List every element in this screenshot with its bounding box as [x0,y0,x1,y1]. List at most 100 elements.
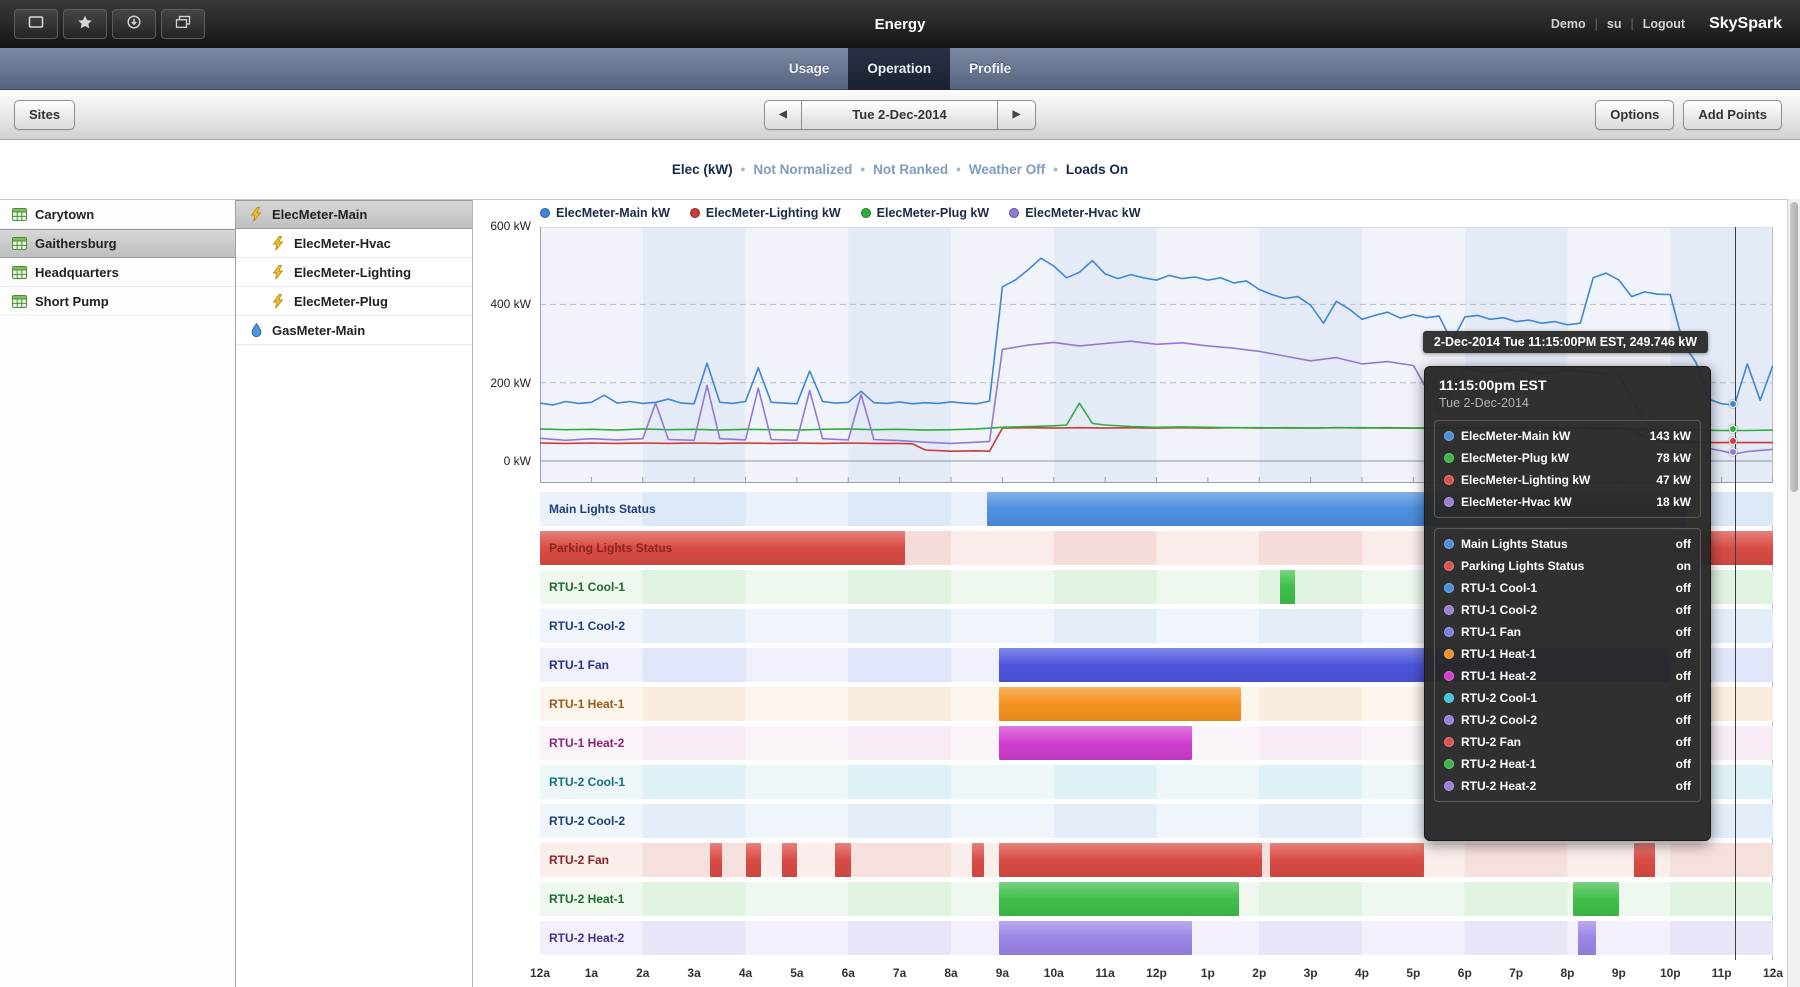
series-color-dot [1444,693,1454,703]
tab-usage[interactable]: Usage [770,48,849,90]
status-band-bar [1578,921,1596,955]
status-band-row-rtu-2-heat-1: RTU-2 Heat-1 [540,882,1773,916]
tooltip-row-label: ElecMeter-Lighting kW [1461,473,1649,487]
tab-operation[interactable]: Operation [848,48,950,90]
series-color-dot [1444,453,1454,463]
legend-item-elecmeter-hvac-kw[interactable]: ElecMeter-Hvac kW [1009,206,1140,220]
status-band-bar [999,882,1239,916]
legend-item-elecmeter-plug-kw[interactable]: ElecMeter-Plug kW [861,206,990,220]
x-tick-label: 3p [1289,966,1333,980]
x-tick-label: 11p [1700,966,1744,980]
legend-dot [690,208,700,218]
sites-button[interactable]: Sites [14,100,75,130]
tooltip-row-rtu-1-cool-1: RTU-1 Cool-1off [1444,577,1691,599]
x-tick-label: 9p [1597,966,1641,980]
prev-day-button[interactable]: ◀ [764,100,802,130]
logout-link[interactable]: Logout [1643,17,1685,31]
status-band-label: RTU-1 Heat-2 [549,736,624,750]
chart-area: ElecMeter-Main kWElecMeter-Lighting kWEl… [473,199,1800,987]
y-tick-label: 400 kW [473,297,531,311]
meter-item-elecmeter-main[interactable]: ElecMeter-Main [236,200,472,229]
scrollbar-thumb[interactable] [1790,202,1798,492]
tooltip-row-value: off [1676,691,1691,705]
x-tick-label: 7a [878,966,922,980]
tooltip-row-label: RTU-2 Cool-1 [1461,691,1669,705]
tooltip-status-group: Main Lights StatusoffParking Lights Stat… [1434,528,1701,802]
tooltip-row-value: off [1676,757,1691,771]
legend-item-elecmeter-main-kw[interactable]: ElecMeter-Main kW [540,206,670,220]
status-band-bar [972,843,985,877]
tooltip-row-elecmeter-main-kw: ElecMeter-Main kW143 kW [1444,425,1691,447]
date-nav: ◀ Tue 2-Dec-2014 ▶ [764,100,1036,130]
legend-label: ElecMeter-Main kW [556,206,670,220]
tooltip-row-label: RTU-2 Fan [1461,735,1669,749]
tooltip-row-elecmeter-plug-kw: ElecMeter-Plug kW78 kW [1444,447,1691,469]
series-color-dot [1444,497,1454,507]
download-icon-button[interactable] [112,9,156,39]
tooltip-row-value: off [1676,581,1691,595]
sidebar-item-short-pump[interactable]: Short Pump [0,287,235,316]
app-title: Energy [0,16,1800,33]
next-day-button[interactable]: ▶ [998,100,1036,130]
x-tick-label: 8a [929,966,973,980]
sidebar-item-carytown[interactable]: Carytown [0,200,235,229]
status-segment-loads-on: Loads On [1066,162,1128,177]
tab-profile[interactable]: Profile [950,48,1030,90]
options-button[interactable]: Options [1595,100,1674,130]
tooltip-row-label: RTU-1 Heat-1 [1461,647,1669,661]
separator-bullet: • [741,162,746,177]
tooltip-row-parking-lights-status: Parking Lights Statuson [1444,555,1691,577]
x-tick-label: 6a [826,966,870,980]
star-icon-button[interactable] [63,9,107,39]
separator-bullet: • [860,162,865,177]
tooltip-row-rtu-1-heat-2: RTU-1 Heat-2off [1444,665,1691,687]
legend-label: ElecMeter-Plug kW [877,206,990,220]
elec-bolt-icon [248,207,264,222]
crosshair-point [1729,400,1737,408]
layers-icon-button[interactable] [161,9,205,39]
status-band-bar [1701,531,1773,565]
status-band-bar [999,843,1262,877]
meter-label: ElecMeter-Main [272,207,367,222]
tooltip-row-rtu-2-cool-1: RTU-2 Cool-1 off [1444,687,1691,709]
tooltip-row-elecmeter-lighting-kw: ElecMeter-Lighting kW47 kW [1444,469,1691,491]
tooltip-row-elecmeter-hvac-kw: ElecMeter-Hvac kW18 kW [1444,491,1691,513]
elec-bolt-icon [270,294,286,309]
meter-item-elecmeter-plug[interactable]: ElecMeter-Plug [236,287,472,316]
site-label: Carytown [35,207,94,222]
meter-item-elecmeter-lighting[interactable]: ElecMeter-Lighting [236,258,472,287]
vertical-scrollbar[interactable] [1787,199,1800,987]
add-points-button[interactable]: Add Points [1683,100,1782,130]
y-tick-label: 0 kW [473,454,531,468]
series-color-dot [1444,605,1454,615]
meter-label: ElecMeter-Lighting [294,265,411,280]
tooltip-row-value: off [1676,713,1691,727]
window-icon-button[interactable] [14,9,58,39]
meter-item-gasmeter-main[interactable]: GasMeter-Main [236,316,472,345]
status-band-bar [710,843,723,877]
site-icon [11,266,27,279]
user-menu[interactable]: Demo [1551,17,1586,31]
series-color-dot [1444,715,1454,725]
site-icon [11,237,27,250]
tooltip-row-value: off [1676,735,1691,749]
meter-item-elecmeter-hvac[interactable]: ElecMeter-Hvac [236,229,472,258]
status-band-row-rtu-2-fan: RTU-2 Fan [540,843,1773,877]
status-band-label: RTU-2 Heat-2 [549,931,624,945]
series-color-dot [1444,475,1454,485]
x-tick-label: 3a [672,966,716,980]
sidebar-item-headquarters[interactable]: Headquarters [0,258,235,287]
tooltip-row-main-lights-status: Main Lights Statusoff [1444,533,1691,555]
status-band-bar [1280,570,1295,604]
meter-label: ElecMeter-Plug [294,294,388,309]
legend-item-elecmeter-lighting-kw[interactable]: ElecMeter-Lighting kW [690,206,841,220]
tooltip-row-label: RTU-2 Heat-2 [1461,779,1669,793]
sidebar-item-gaithersburg[interactable]: Gaithersburg [0,229,235,258]
legend-dot [1009,208,1019,218]
layers-icon [175,15,191,34]
gas-meter-icon [248,323,264,337]
tooltip-row-label: Main Lights Status [1461,537,1669,551]
date-button[interactable]: Tue 2-Dec-2014 [802,100,998,130]
x-tick-label: 9a [980,966,1024,980]
tooltip-row-value: 143 kW [1650,429,1691,443]
